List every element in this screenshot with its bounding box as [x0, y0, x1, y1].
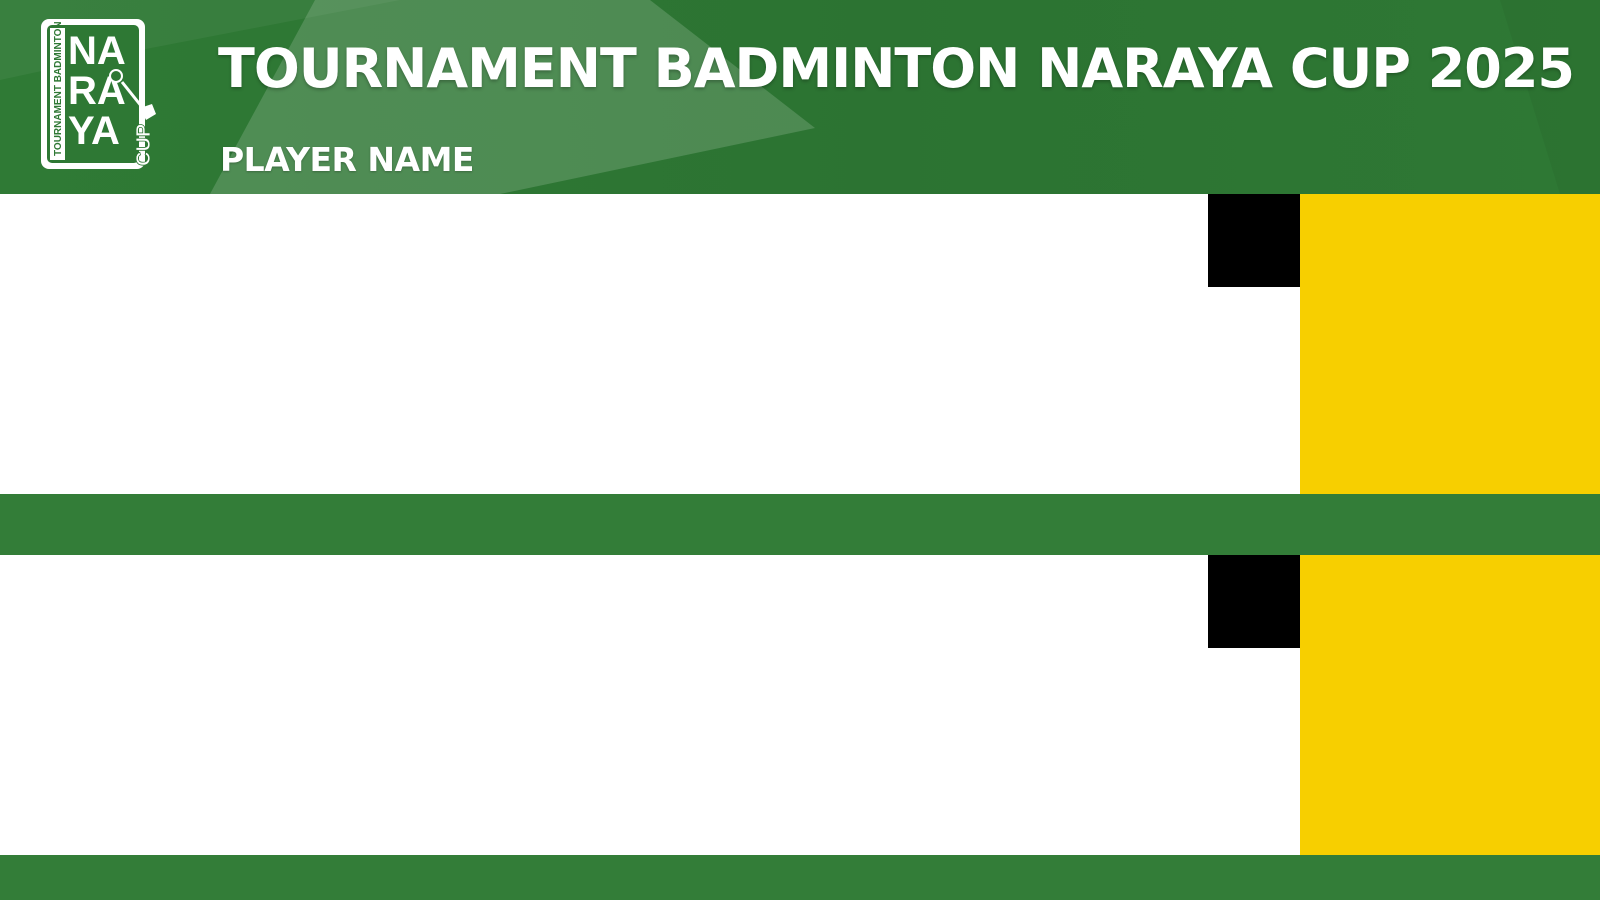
scoreboard: TOURNAMENT BADMINTON NA RA YA CUP TOURNA… [0, 0, 1600, 900]
player-1-serve-indicator [1208, 194, 1300, 287]
player-2-serve-indicator [1208, 555, 1300, 648]
header-bar: TOURNAMENT BADMINTON NA RA YA CUP TOURNA… [0, 0, 1600, 194]
tournament-title: TOURNAMENT BADMINTON NARAYA CUP 2025 [218, 37, 1575, 100]
logo-letters-na: NA [68, 29, 126, 73]
logo-letters-ya: YA [68, 109, 120, 153]
player-name-heading: PLAYER NAME [220, 140, 474, 179]
player-2-score-box [1300, 555, 1600, 855]
logo-cup-text: CUP [133, 124, 155, 166]
player-1-score-box [1300, 194, 1600, 494]
player-2-name-area [0, 555, 1300, 855]
bottom-divider-bar [0, 855, 1600, 900]
middle-divider-bar [0, 494, 1600, 555]
logo-side-text: TOURNAMENT BADMINTON [53, 21, 64, 156]
player-1-name-area [0, 194, 1300, 494]
player-1-row [0, 194, 1600, 494]
player-2-row [0, 555, 1600, 855]
naraya-cup-logo-icon: TOURNAMENT BADMINTON NA RA YA CUP [41, 19, 156, 169]
